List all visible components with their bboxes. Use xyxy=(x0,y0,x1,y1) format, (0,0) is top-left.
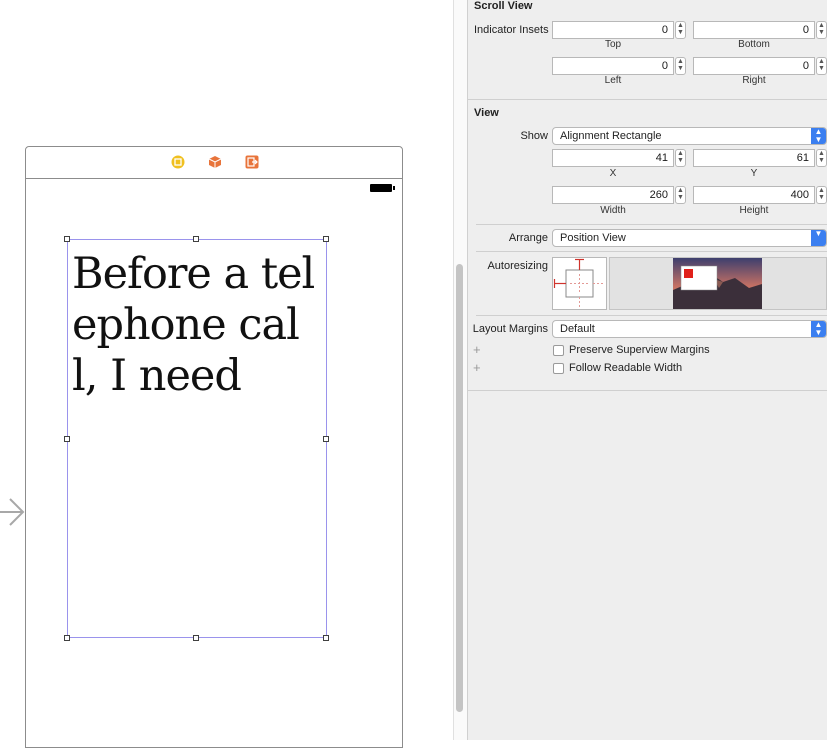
section-divider-bottom xyxy=(468,390,827,391)
arrange-label: Arrange xyxy=(508,232,548,244)
y-stepper[interactable]: ▲ ▼ xyxy=(816,149,827,167)
inset-top-stepper[interactable]: ▲ ▼ xyxy=(675,21,686,39)
height-label: Height xyxy=(739,205,769,216)
view-divider-1 xyxy=(476,224,827,225)
chevron-down-icon: ▼ xyxy=(811,230,826,246)
width-stepper[interactable]: ▲ ▼ xyxy=(675,186,686,204)
resize-handle-left[interactable] xyxy=(64,436,70,442)
autoresizing-preview-image xyxy=(673,258,762,309)
height-field[interactable]: 400 xyxy=(693,186,815,204)
resize-handle-bottom[interactable] xyxy=(193,635,199,641)
view-controller-icon[interactable] xyxy=(171,155,185,169)
battery-tip xyxy=(393,186,395,190)
inset-bottom-field[interactable]: 0 xyxy=(693,21,815,39)
inset-left-stepper[interactable]: ▲ ▼ xyxy=(675,57,686,75)
chevron-up-down-icon: ▲ ▼ xyxy=(811,321,826,337)
layout-margins-popup-value: Default xyxy=(560,323,595,335)
width-field[interactable]: 260 xyxy=(552,186,674,204)
x-stepper[interactable]: ▲ ▼ xyxy=(675,149,686,167)
arrange-popup[interactable]: Position View ▼ xyxy=(552,229,827,247)
width-label: Width xyxy=(600,205,626,216)
text-view-content[interactable]: Before a telephone call, I need xyxy=(72,249,322,402)
exit-icon[interactable] xyxy=(245,155,259,169)
plus-icon[interactable]: + xyxy=(473,342,481,357)
inset-right-label: Right xyxy=(742,75,766,86)
arrange-popup-value: Position View xyxy=(560,232,626,244)
first-responder-icon[interactable] xyxy=(208,155,222,169)
plus-icon[interactable]: + xyxy=(473,360,481,375)
chevron-up-down-icon: ▲ ▼ xyxy=(811,128,826,144)
show-popup-value: Alignment Rectangle xyxy=(560,130,662,142)
autoresizing-label: Autoresizing xyxy=(487,260,548,272)
resize-handle-top-right[interactable] xyxy=(323,236,329,242)
resize-handle-bottom-right[interactable] xyxy=(323,635,329,641)
preserve-superview-margins-checkbox[interactable] xyxy=(553,345,564,356)
x-field[interactable]: 41 xyxy=(552,149,674,167)
show-label: Show xyxy=(520,130,548,142)
view-section-title: View xyxy=(474,107,499,119)
entry-point-arrow-icon[interactable] xyxy=(0,496,26,528)
resize-handle-right[interactable] xyxy=(323,436,329,442)
autoresizing-mask-control[interactable] xyxy=(552,257,607,310)
section-divider xyxy=(468,99,827,100)
y-field[interactable]: 61 xyxy=(693,149,815,167)
inset-bottom-label: Bottom xyxy=(738,39,770,50)
inset-top-field[interactable]: 0 xyxy=(552,21,674,39)
inset-right-stepper[interactable]: ▲ ▼ xyxy=(816,57,827,75)
canvas-scrollbar-thumb[interactable] xyxy=(456,264,463,712)
follow-readable-width-checkbox[interactable] xyxy=(553,363,564,374)
resize-handle-top-left[interactable] xyxy=(64,236,70,242)
resize-handle-bottom-left[interactable] xyxy=(64,635,70,641)
layout-margins-popup[interactable]: Default ▲ ▼ xyxy=(552,320,827,338)
view-divider-3 xyxy=(476,315,827,316)
x-label: X xyxy=(609,168,617,179)
inset-top-label: Top xyxy=(604,39,622,50)
height-stepper[interactable]: ▲ ▼ xyxy=(816,186,827,204)
inset-left-label: Left xyxy=(604,75,622,86)
layout-margins-label: Layout Margins xyxy=(472,323,548,335)
show-popup[interactable]: Alignment Rectangle ▲ ▼ xyxy=(552,127,827,145)
preserve-superview-margins-label[interactable]: Preserve Superview Margins xyxy=(569,344,710,356)
scene-dock xyxy=(26,147,402,179)
y-label: Y xyxy=(750,168,758,179)
inset-bottom-stepper[interactable]: ▲ ▼ xyxy=(816,21,827,39)
view-divider-2 xyxy=(476,251,827,252)
battery-icon xyxy=(370,184,392,192)
resize-handle-top[interactable] xyxy=(193,236,199,242)
inset-right-field[interactable]: 0 xyxy=(693,57,815,75)
follow-readable-width-label[interactable]: Follow Readable Width xyxy=(569,362,682,374)
scroll-view-section-title: Scroll View xyxy=(474,0,533,12)
indicator-insets-label: Indicator Insets xyxy=(474,24,549,36)
inset-left-field[interactable]: 0 xyxy=(552,57,674,75)
